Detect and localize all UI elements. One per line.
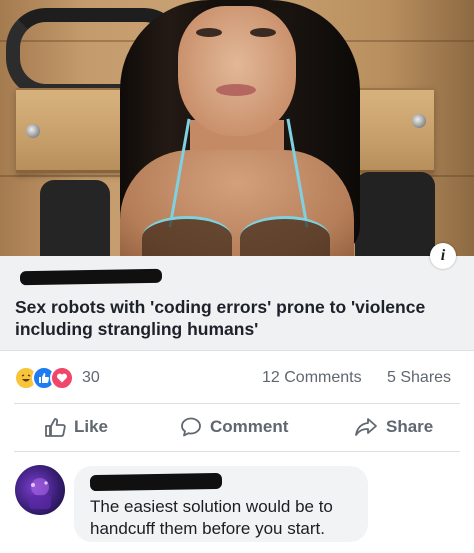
figure-face [178,6,296,136]
link-headline[interactable]: Sex robots with 'coding errors' prone to… [15,296,455,340]
thumbs-up-icon [45,418,66,437]
avatar-image [29,478,51,509]
info-icon[interactable]: i [430,243,456,269]
share-button[interactable]: Share [354,404,433,450]
actions-divider [14,451,460,452]
comment-text: The easiest solution would be to handcuf… [90,497,333,538]
redacted-commenter-name [89,472,223,492]
link-preview-image[interactable] [0,0,474,256]
mouth [216,84,256,96]
screw-left [26,124,40,138]
screw-right [412,114,426,128]
like-label: Like [74,417,109,436]
like-button[interactable]: Like [44,404,108,450]
comment-icon [181,417,201,437]
comments-count[interactable]: 12 Comments [262,369,362,387]
eye-right [250,28,276,37]
share-arrow-icon [355,418,377,436]
share-label: Share [386,417,434,436]
redacted-source [19,268,163,286]
reaction-count: 30 [82,369,100,386]
post-stats: 30 12 Comments 5 Shares [0,360,474,398]
top-left [142,216,232,256]
shares-count[interactable]: 5 Shares [387,369,451,387]
comment-button[interactable]: Comment [180,404,288,450]
comment-label: Comment [210,417,289,436]
love-reaction-icon [50,366,74,390]
dark-object-right [355,172,435,256]
commenter-avatar[interactable] [15,465,65,515]
eye-left [196,28,222,37]
top-right [240,216,330,256]
dark-object-left [40,180,110,256]
reaction-summary[interactable]: 30 [14,366,100,390]
